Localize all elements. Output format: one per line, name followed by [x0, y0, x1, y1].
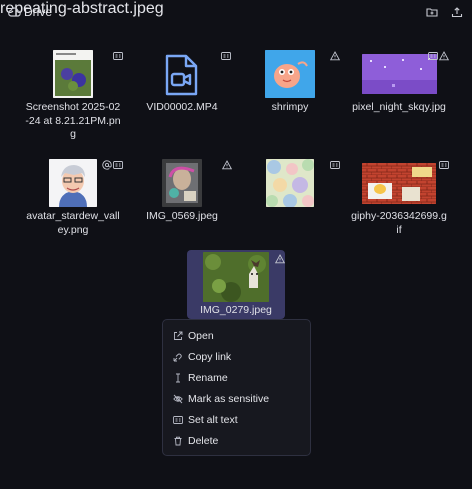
file-tile[interactable] [241, 157, 340, 242]
file-name: giphy-2036342699.gif [351, 210, 447, 236]
trash-icon [173, 436, 183, 446]
external-link-icon [173, 331, 183, 341]
link-icon [173, 352, 183, 362]
file-name: IMG_0279.jpeg [200, 304, 272, 316]
file-name: IMG_0569.jpeg [146, 210, 218, 222]
file-tile[interactable]: IMG_0569.jpeg [133, 157, 233, 227]
file-thumbnail [53, 50, 93, 98]
menu-item-open[interactable]: Open [163, 326, 310, 346]
file-name: avatar_stardew_valley.png [26, 210, 120, 236]
at-icon [102, 157, 112, 170]
menu-item-delete[interactable]: Delete [163, 431, 310, 451]
file-name: VID00002.MP4 [146, 101, 218, 113]
file-name: shrimpy [271, 101, 309, 113]
menu-item-mark-sensitive[interactable]: Mark as sensitive [163, 389, 310, 409]
file-tile[interactable]: avatar_stardew_valley.png [24, 157, 123, 242]
file-tile[interactable]: VID00002.MP4 [133, 48, 231, 118]
alt-text-icon [113, 48, 123, 60]
file-thumbnail [362, 163, 436, 204]
alt-text-icon [428, 48, 438, 60]
file-thumbnail [49, 159, 97, 207]
alt-text-icon [330, 157, 340, 169]
menu-item-label: Open [188, 330, 214, 342]
file-thumbnail [203, 252, 269, 302]
file-tile[interactable]: giphy-2036342699.gif [350, 157, 449, 242]
upload-icon[interactable] [451, 5, 465, 19]
file-thumbnail [265, 50, 315, 98]
eye-off-icon [173, 394, 183, 404]
alt-text-icon [439, 157, 449, 169]
cloud-icon [7, 5, 21, 19]
warning-icon [329, 48, 341, 61]
file-tile[interactable]: Screenshot 2025-02-24 at 8.21.21PM.png [24, 48, 123, 148]
menu-item-rename[interactable]: Rename [163, 368, 310, 388]
file-tile-selected[interactable]: IMG_0279.jpeg [187, 250, 286, 319]
file-thumbnail [162, 159, 202, 207]
drive-header: Drive [0, 0, 472, 26]
video-icon [162, 52, 202, 98]
alt-text-icon [173, 415, 183, 425]
file-thumbnail [266, 159, 314, 207]
file-name: pixel_night_skqy.jpg [352, 101, 446, 113]
menu-item-label: Delete [188, 435, 219, 447]
warning-icon [274, 251, 286, 264]
file-thumbnail [362, 54, 437, 94]
new-folder-icon[interactable] [426, 5, 440, 19]
menu-item-label: Rename [188, 372, 228, 384]
file-tile[interactable]: pixel_night_skqy.jpg [350, 48, 450, 118]
alt-text-icon [113, 157, 123, 169]
file-name: Screenshot 2025-02-24 at 8.21.21PM.png [25, 101, 121, 140]
menu-item-set-alt-text[interactable]: Set alt text [163, 410, 310, 430]
warning-icon [438, 48, 450, 61]
alt-text-icon [221, 48, 231, 60]
page-title: Drive [24, 5, 53, 19]
menu-item-label: Copy link [188, 351, 232, 363]
context-menu: Open Copy link Rename Mark as sensitive … [162, 319, 311, 456]
file-tile[interactable]: shrimpy [241, 48, 341, 118]
menu-item-label: Set alt text [188, 414, 238, 426]
text-cursor-icon [173, 373, 183, 383]
menu-item-label: Mark as sensitive [188, 393, 270, 405]
warning-icon [221, 157, 233, 170]
menu-item-copy-link[interactable]: Copy link [163, 347, 310, 367]
